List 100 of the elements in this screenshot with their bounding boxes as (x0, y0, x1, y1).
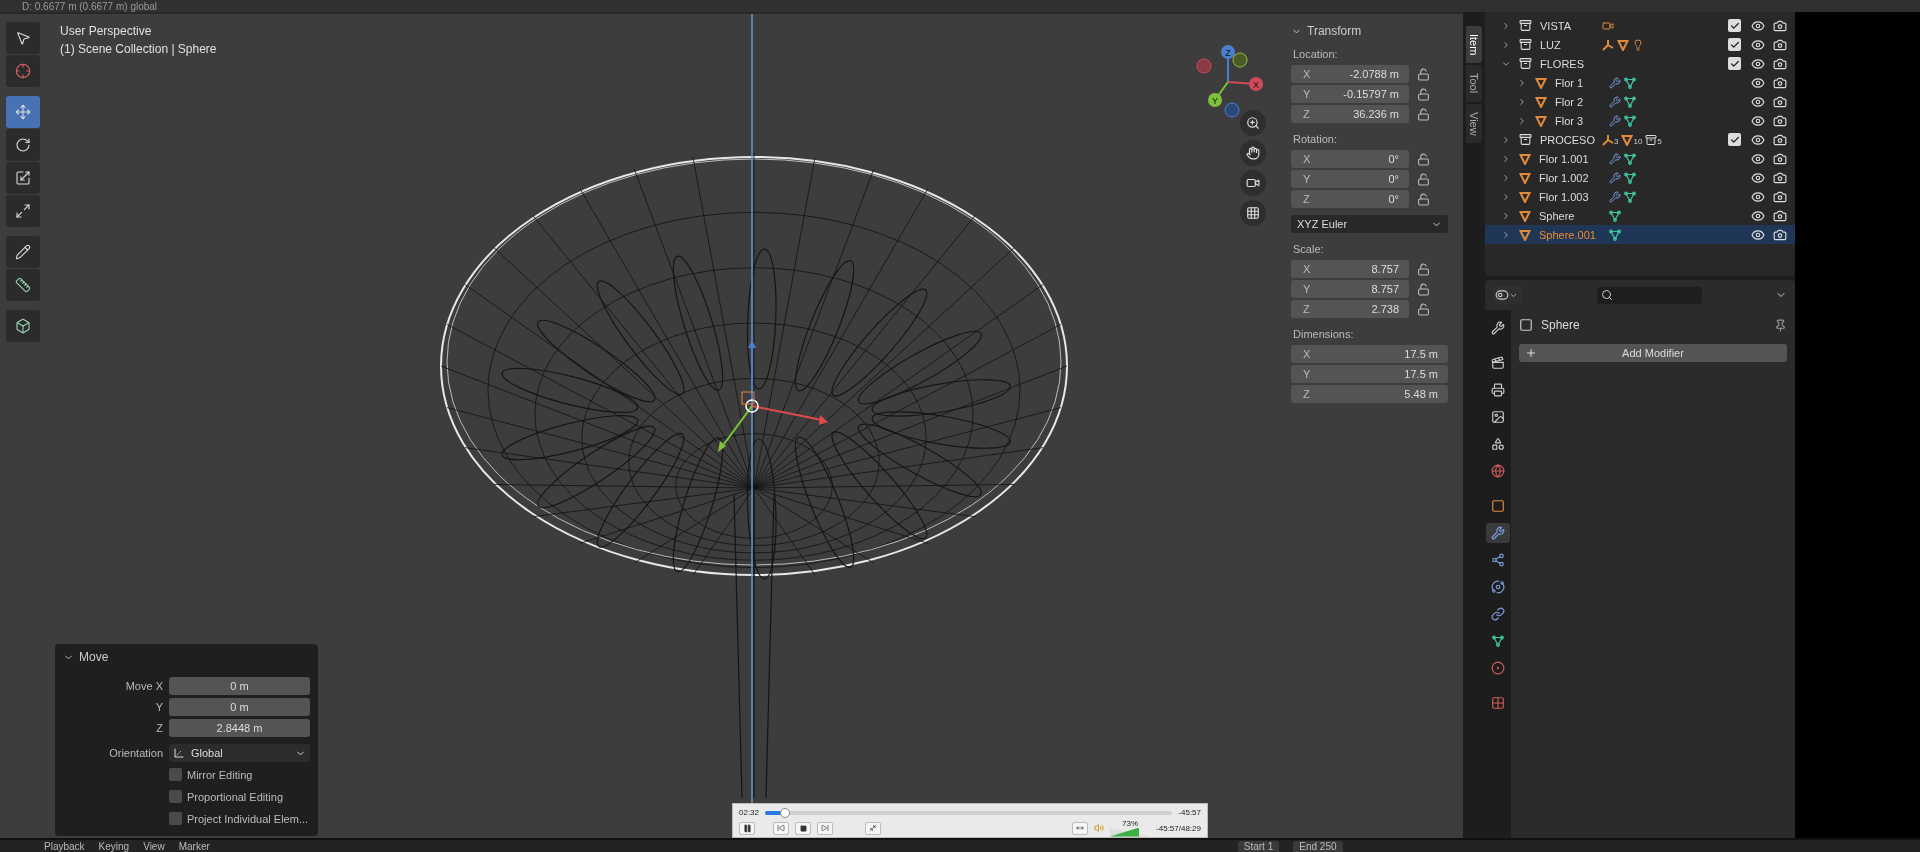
tool-button[interactable] (6, 269, 40, 301)
timeline-menu[interactable]: Keying (98, 841, 130, 852)
camera-icon[interactable] (1773, 37, 1787, 52)
eye-icon[interactable] (1751, 37, 1765, 52)
add-modifier-button[interactable]: Add Modifier (1519, 344, 1787, 362)
camera-icon[interactable] (1773, 56, 1787, 71)
outliner-row[interactable]: Sphere (1485, 206, 1795, 225)
lock-icon[interactable] (1417, 87, 1430, 101)
seek-track[interactable] (765, 810, 1173, 815)
camera-icon[interactable] (1773, 151, 1787, 166)
eye-icon[interactable] (1751, 151, 1765, 166)
number-field[interactable]: 2.8448 m (169, 719, 310, 737)
lock-icon[interactable] (1417, 152, 1430, 166)
checkbox[interactable] (169, 790, 182, 803)
checkbox[interactable] (169, 768, 182, 781)
axis-handle[interactable]: Y (1208, 93, 1222, 107)
camera-icon[interactable] (1773, 189, 1787, 204)
tool-button[interactable] (6, 129, 40, 161)
eye-icon[interactable] (1751, 227, 1765, 242)
checkbox[interactable] (169, 812, 182, 825)
number-field[interactable]: X 0° (1291, 150, 1409, 168)
axis-handle[interactable]: X (1249, 77, 1263, 91)
camera-icon[interactable] (1773, 113, 1787, 128)
timeline-menu[interactable]: View (143, 841, 165, 852)
lock-icon[interactable] (1417, 282, 1430, 296)
number-field[interactable]: Y 17.5 m (1291, 365, 1448, 383)
outliner-row[interactable]: VISTA (1485, 16, 1795, 35)
outliner-row[interactable]: Flor 1.002 (1485, 168, 1795, 187)
sidebar-tab[interactable]: Item (1466, 26, 1482, 64)
eye-icon[interactable] (1751, 170, 1765, 185)
view-nav-button[interactable] (1240, 140, 1266, 166)
start-frame-field[interactable]: Start 1 (1237, 841, 1280, 852)
eye-icon[interactable] (1751, 94, 1765, 109)
rotation-mode-dropdown[interactable]: XYZ Euler (1291, 215, 1448, 233)
sidebar-tab[interactable]: View (1466, 103, 1482, 144)
next-button[interactable] (817, 821, 833, 835)
lock-icon[interactable] (1417, 172, 1430, 186)
eye-icon[interactable] (1751, 132, 1765, 147)
properties-tab[interactable] (1486, 523, 1510, 543)
number-field[interactable]: Z 36.236 m (1291, 105, 1409, 123)
eye-icon[interactable] (1751, 208, 1765, 223)
editor-type-button[interactable] (1493, 286, 1523, 304)
axis-handle[interactable] (1232, 52, 1248, 68)
axis-handle[interactable]: Z (1221, 45, 1235, 59)
camera-icon[interactable] (1773, 94, 1787, 109)
previous-button[interactable] (773, 821, 789, 835)
tool-button[interactable] (6, 162, 40, 194)
number-field[interactable]: Y 8.757 (1291, 280, 1409, 298)
eye-icon[interactable] (1751, 56, 1765, 71)
outliner-row[interactable]: Flor 2 (1485, 92, 1795, 111)
lock-icon[interactable] (1417, 192, 1430, 206)
outliner-row[interactable]: FLORES (1485, 54, 1795, 73)
tool-button[interactable] (6, 22, 40, 54)
3d-viewport[interactable]: User Perspective (1) Scene Collection | Sphere Z X Y Move Move X 0 m Y 0 m Z 2.8448 m Orientation Global Mirror Editing Proportional Editing Project Individual Elem... 02:32 -45:57 73% -45:57/48:29 (0, 12, 1285, 838)
view-nav-button[interactable] (1240, 200, 1266, 226)
fullscreen-button[interactable] (865, 821, 881, 835)
outliner-row[interactable]: Flor 3 (1485, 111, 1795, 130)
view-nav-button[interactable] (1240, 110, 1266, 136)
number-field[interactable]: 0 m (169, 677, 310, 695)
camera-icon[interactable] (1773, 208, 1787, 223)
tool-button[interactable] (6, 195, 40, 227)
axis-handle[interactable] (1196, 58, 1212, 74)
pause-button[interactable] (739, 821, 755, 835)
stop-button[interactable] (795, 821, 811, 835)
number-field[interactable]: 0 m (169, 698, 310, 716)
outliner-row[interactable]: Sphere.001 (1485, 225, 1795, 244)
view-nav-button[interactable] (1240, 170, 1266, 196)
camera-icon[interactable] (1773, 170, 1787, 185)
lock-icon[interactable] (1417, 107, 1430, 121)
timeline-menu[interactable]: Marker (178, 841, 210, 852)
camera-icon[interactable] (1773, 75, 1787, 90)
outliner-row[interactable]: Flor 1.001 (1485, 149, 1795, 168)
checkbox[interactable] (1728, 133, 1741, 146)
camera-icon[interactable] (1773, 132, 1787, 147)
tool-button[interactable] (6, 310, 40, 342)
seek-handle[interactable] (780, 807, 791, 818)
eye-icon[interactable] (1751, 113, 1765, 128)
number-field[interactable]: Z 5.48 m (1291, 385, 1448, 403)
camera-icon[interactable] (1773, 227, 1787, 242)
orientation-dropdown[interactable]: Global (169, 744, 310, 762)
number-field[interactable]: Z 0° (1291, 190, 1409, 208)
lock-icon[interactable] (1417, 302, 1430, 316)
number-field[interactable]: X -2.0788 m (1291, 65, 1409, 83)
number-field[interactable]: Y -0.15797 m (1291, 85, 1409, 103)
eye-icon[interactable] (1751, 189, 1765, 204)
number-field[interactable]: X 17.5 m (1291, 345, 1448, 363)
end-frame-field[interactable]: End 250 (1293, 841, 1343, 852)
checkbox[interactable] (1728, 38, 1741, 51)
outliner-row[interactable]: Flor 1 (1485, 73, 1795, 92)
number-field[interactable]: Z 2.738 (1291, 300, 1409, 318)
outliner-row[interactable]: PROCESO 3 10 5 (1485, 130, 1795, 149)
axis-handle[interactable] (1224, 102, 1240, 118)
outliner-row[interactable]: LUZ (1485, 35, 1795, 54)
tool-button[interactable] (6, 55, 40, 87)
outliner-row[interactable]: Flor 1.003 (1485, 187, 1795, 206)
eye-icon[interactable] (1751, 18, 1765, 33)
timeline-menu[interactable]: Playback (44, 841, 85, 852)
number-field[interactable]: Y 0° (1291, 170, 1409, 188)
tool-button[interactable] (6, 236, 40, 268)
search-field[interactable] (1596, 286, 1702, 304)
